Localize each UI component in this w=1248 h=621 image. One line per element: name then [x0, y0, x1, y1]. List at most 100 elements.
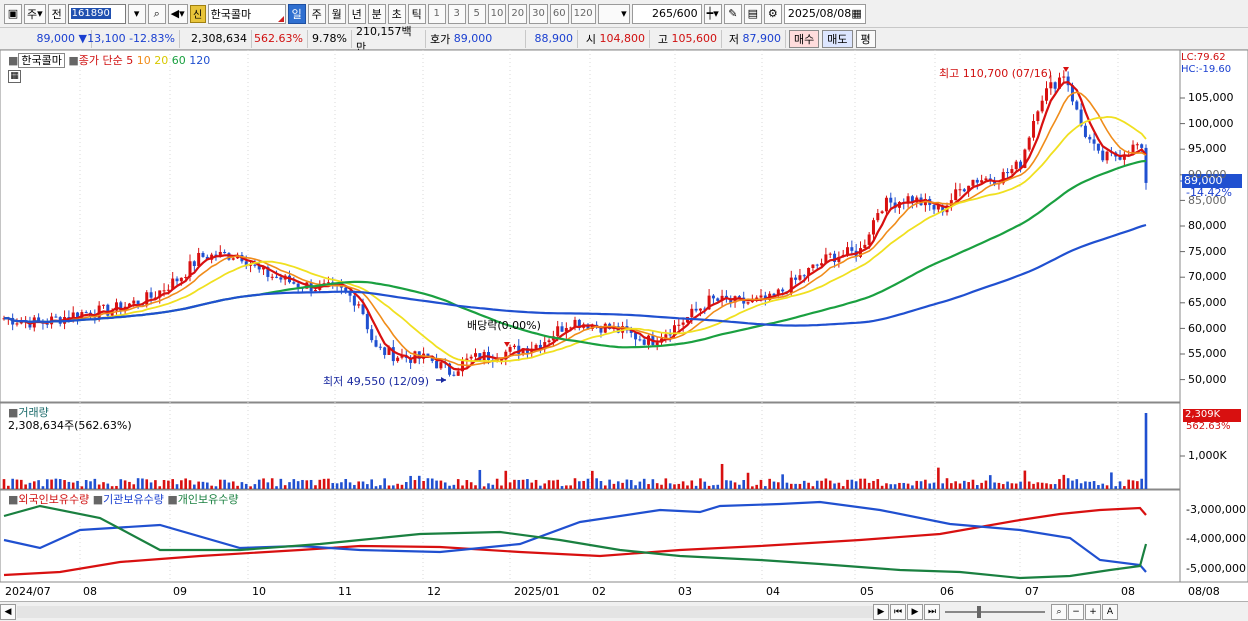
- period-tick[interactable]: 틱: [407, 3, 426, 24]
- x-tick-03: 03: [678, 585, 692, 598]
- table-icon[interactable]: ▦: [8, 70, 21, 83]
- candle-body: [802, 275, 806, 277]
- eval-button[interactable]: 평: [855, 29, 876, 48]
- volume-current-pct: 562.63%: [1186, 421, 1231, 432]
- volume-bar: [764, 486, 767, 489]
- volume-bar: [586, 478, 590, 489]
- volume-bar: [720, 463, 724, 489]
- volume-bar: [93, 478, 97, 489]
- volume-bar: [456, 479, 460, 489]
- candle-body: [132, 300, 136, 304]
- y-tick-95000: 95,000: [1188, 142, 1227, 155]
- volume-bar: [591, 470, 594, 489]
- text-tool-icon[interactable]: A: [1102, 603, 1118, 620]
- chart-canvas[interactable]: [0, 50, 1248, 601]
- y-tick-50000: 50,000: [1188, 373, 1227, 386]
- layout-icon[interactable]: ▣: [4, 3, 22, 24]
- sell-button[interactable]: 매도: [822, 29, 853, 48]
- volume-bar: [119, 479, 123, 489]
- volume-bar: [495, 478, 499, 489]
- y-tick-55000: 55,000: [1188, 347, 1227, 360]
- volume-bar: [210, 485, 213, 489]
- scroll-bar: ◀ ▶ ⏮ ▶ ⏭ ⌕ − + A: [0, 601, 1248, 621]
- interval-1[interactable]: 1: [427, 3, 446, 24]
- candle-body: [396, 357, 400, 362]
- zoom-slider[interactable]: [941, 605, 1051, 618]
- volume-bar: [850, 479, 854, 489]
- drawing-tool-icon[interactable]: ✎: [723, 3, 742, 24]
- market-select[interactable]: 주 ▾: [24, 3, 46, 24]
- period-month[interactable]: 월: [327, 3, 346, 24]
- volume-bar: [253, 484, 257, 489]
- volume-bar: [794, 483, 797, 489]
- buy-button[interactable]: 매수: [789, 29, 820, 48]
- volume-bar: [876, 479, 880, 489]
- candle-body: [149, 292, 153, 298]
- volume-bar: [236, 485, 239, 489]
- price-panel-legend: ■ 한국콜마 ■종가 단순 5 10 20 60 120: [8, 53, 211, 68]
- stock-code-input[interactable]: 161890: [67, 3, 126, 24]
- interval-120[interactable]: 120: [570, 3, 596, 24]
- volume-bar: [616, 481, 620, 489]
- date-field[interactable]: 2025/08/08 ▦: [783, 3, 866, 24]
- last-page-icon[interactable]: ⏭: [924, 603, 940, 620]
- interval-3[interactable]: 3: [447, 3, 466, 24]
- candle-body: [534, 344, 538, 349]
- interval-custom-dropdown[interactable]: ▾: [597, 3, 630, 24]
- calendar-icon[interactable]: ▦: [851, 7, 861, 20]
- save-icon[interactable]: ▤: [743, 3, 762, 24]
- legend-ma60: 60: [171, 54, 186, 67]
- speaker-icon[interactable]: ◀▾: [167, 3, 188, 24]
- volume-bar: [651, 479, 655, 489]
- lc-label: LC:79.62: [1181, 52, 1226, 63]
- interval-10[interactable]: 10: [487, 3, 507, 24]
- x-tick-04: 04: [766, 585, 780, 598]
- stock-code-value: 161890: [70, 8, 111, 19]
- volume-bar: [340, 482, 343, 489]
- volume-bar: [45, 479, 49, 489]
- volume-bar: [41, 486, 45, 489]
- candle-body: [1135, 144, 1139, 146]
- candle-body: [1062, 76, 1066, 78]
- interval-60[interactable]: 60: [549, 3, 569, 24]
- volume-bar: [802, 480, 806, 489]
- volume-bar: [971, 479, 975, 489]
- candle-body: [1101, 150, 1105, 161]
- volume-bar: [937, 467, 940, 489]
- period-second[interactable]: 초: [387, 3, 406, 24]
- candle-body: [794, 277, 798, 280]
- stock-name-display[interactable]: 한국콜마: [207, 3, 286, 24]
- zoom-in-icon[interactable]: ⌕: [1051, 603, 1067, 620]
- scroll-left-icon[interactable]: ◀: [0, 603, 16, 620]
- interval-5[interactable]: 5: [467, 3, 486, 24]
- turnover-rate: 9.78%: [308, 29, 352, 48]
- interval-20[interactable]: 20: [508, 3, 528, 24]
- candle-body: [828, 253, 832, 255]
- scroll-right-icon[interactable]: ▶: [873, 603, 889, 620]
- scroll-track[interactable]: [17, 605, 873, 618]
- bar-count-field[interactable]: 265/600: [631, 3, 702, 24]
- chart-area[interactable]: ■ 한국콜마 ■종가 단순 5 10 20 60 120 ▦ LC:79.62 H…: [0, 50, 1248, 601]
- plus-icon[interactable]: +: [1085, 603, 1101, 620]
- search-icon[interactable]: ⌕: [147, 3, 166, 24]
- interval-30[interactable]: 30: [529, 3, 548, 24]
- code-dropdown-icon[interactable]: ▾: [127, 3, 146, 24]
- period-day[interactable]: 일: [287, 3, 306, 24]
- quote-bar: 89,000 ▼ 13,100 -12.83% 2,308,634 562.63…: [0, 25, 1248, 54]
- volume-bar: [1092, 481, 1096, 489]
- period-week[interactable]: 주: [307, 3, 326, 24]
- dividend-annotation: 배당락(0.00%): [467, 319, 541, 332]
- candle-body: [508, 347, 512, 352]
- period-minute[interactable]: 분: [367, 3, 386, 24]
- candle-body: [677, 324, 681, 326]
- volume-bar: [439, 480, 443, 489]
- zoom-out-icon[interactable]: −: [1068, 603, 1084, 620]
- volume-bar: [915, 480, 919, 489]
- settings-gear-icon[interactable]: ⚙: [763, 3, 782, 24]
- volume-bar: [1032, 483, 1035, 489]
- first-page-icon[interactable]: ⏮: [890, 603, 906, 620]
- prev-button[interactable]: 전: [47, 3, 66, 24]
- candle-type-icon[interactable]: ┿▾: [703, 3, 722, 24]
- period-year[interactable]: 년: [347, 3, 366, 24]
- play-icon[interactable]: ▶: [907, 603, 923, 620]
